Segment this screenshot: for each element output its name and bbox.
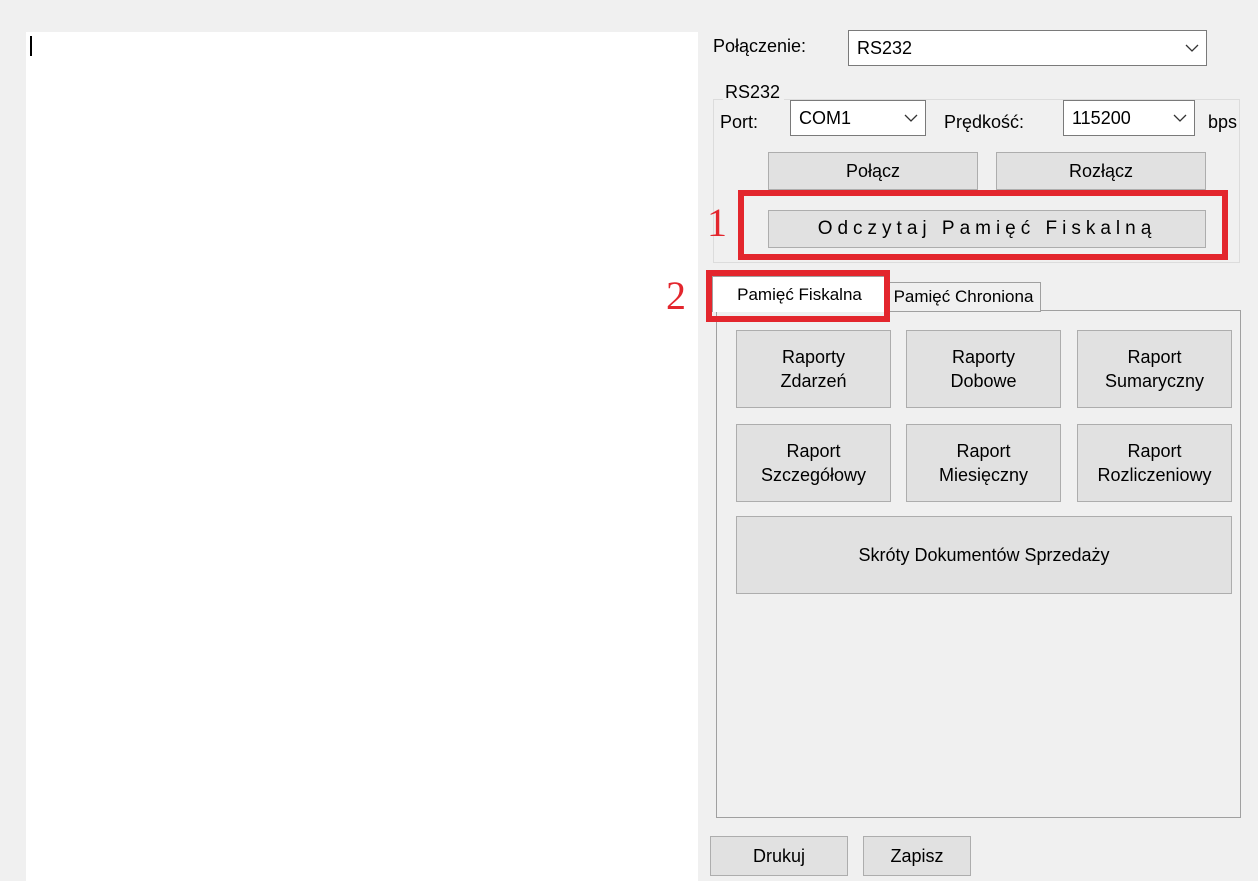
print-button[interactable]: Drukuj [710,836,848,876]
connection-label: Połączenie: [713,36,807,56]
events-reports-label: Raporty Zdarzeń [780,347,847,391]
speed-select[interactable]: 115200 [1063,100,1195,136]
detailed-report-button[interactable]: Raport Szczegółowy [736,424,891,502]
port-select-value: COM1 [799,107,852,128]
tab-protected-memory[interactable]: Pamięć Chroniona [886,282,1041,312]
annotation-number-2: 2 [666,273,686,318]
events-reports-button[interactable]: Raporty Zdarzeń [736,330,891,408]
save-button-label: Zapisz [890,846,944,866]
output-text-area[interactable] [26,32,698,881]
speed-select-value: 115200 [1072,107,1131,128]
print-button-label: Drukuj [752,846,805,866]
settlement-report-label: Raport Rozliczeniowy [1097,441,1212,485]
daily-reports-label: Raporty Dobowe [950,347,1017,391]
read-fiscal-memory-button[interactable]: Odczytaj Pamięć Fiskalną [768,210,1206,248]
tab-protected-memory-label: Pamięć Chroniona [893,287,1034,306]
highlight-box-2 [706,270,890,322]
port-select[interactable]: COM1 [790,100,926,136]
speed-unit-label: bps [1208,112,1238,132]
disconnect-button-label: Rozłącz [1068,161,1134,181]
port-label: Port: [720,112,759,132]
connect-button-label: Połącz [845,161,901,181]
rs232-group-title: RS232 [723,82,785,103]
daily-reports-button[interactable]: Raporty Dobowe [906,330,1061,408]
connection-select-value: RS232 [857,37,913,58]
connection-select[interactable]: RS232 [848,30,1207,66]
disconnect-button[interactable]: Rozłącz [996,152,1206,190]
speed-label: Prędkość: [944,112,1025,132]
summary-report-label: Raport Sumaryczny [1104,347,1205,391]
sales-documents-digests-button[interactable]: Skróty Dokumentów Sprzedaży [736,516,1232,594]
detailed-report-label: Raport Szczegółowy [760,441,867,485]
sales-documents-digests-label: Skróty Dokumentów Sprzedaży [858,545,1110,565]
summary-report-button[interactable]: Raport Sumaryczny [1077,330,1232,408]
chevron-down-icon [1178,31,1206,65]
text-caret [30,36,32,56]
read-fiscal-memory-label: Odczytaj Pamięć Fiskalną [817,218,1157,239]
chevron-down-icon [1166,101,1194,135]
save-button[interactable]: Zapisz [863,836,971,876]
monthly-report-label: Raport Miesięczny [938,441,1029,485]
connect-button[interactable]: Połącz [768,152,978,190]
settlement-report-button[interactable]: Raport Rozliczeniowy [1077,424,1232,502]
annotation-number-1: 1 [707,200,727,245]
chevron-down-icon [897,101,925,135]
monthly-report-button[interactable]: Raport Miesięczny [906,424,1061,502]
